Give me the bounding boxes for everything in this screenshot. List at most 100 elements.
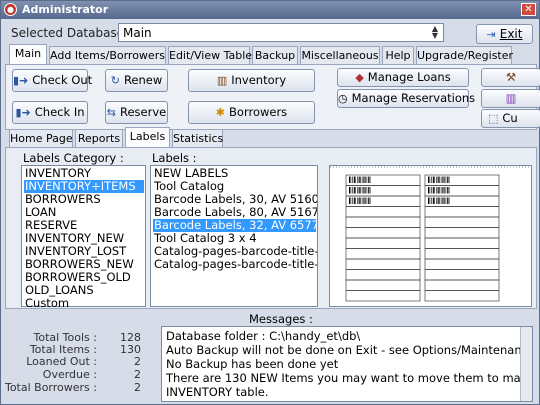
administrator-window: ● Administrator ✕ Selected Database : Ma…: [0, 0, 540, 405]
tab-miscellaneous[interactable]: Miscellaneous: [300, 46, 380, 65]
database-select[interactable]: Main ▲ ▼: [118, 23, 444, 42]
messages-heading: Messages :: [249, 312, 313, 326]
tab-home-page[interactable]: Home Page: [9, 129, 73, 148]
labels-category-list[interactable]: INVENTORY INVENTORY+ITEMS BORROWERS LOAN…: [21, 165, 146, 310]
manage-loans-button[interactable]: ◆ Manage Loans: [337, 68, 469, 87]
exit-button[interactable]: ⇥ Exit: [476, 24, 533, 44]
check-out-icon: ▮➜: [13, 74, 29, 87]
barcode-bar: [448, 197, 450, 204]
inventory-button[interactable]: ▥ Inventory: [188, 69, 315, 92]
barcode-bar: [448, 176, 450, 183]
manage-loans-label: Manage Loans: [367, 70, 451, 84]
stat-loaned-out-value: 2: [134, 355, 141, 368]
check-in-icon: ▮➜: [15, 106, 31, 119]
tab-labels[interactable]: Labels: [125, 127, 170, 148]
barcode-bar: [434, 187, 435, 194]
barcode-bar: [434, 176, 435, 183]
tab-add-items-borrowers[interactable]: Add Items/Borrowers: [49, 46, 166, 65]
label-cell: [345, 216, 421, 228]
label-cell: [424, 258, 500, 270]
sub-tab-bar: Home Page Reports Labels Statistics: [9, 127, 537, 148]
check-in-label: Check In: [34, 105, 85, 119]
renew-label: Renew: [123, 73, 163, 87]
tab-statistics[interactable]: Statistics: [172, 129, 223, 148]
barcode-bar: [365, 197, 366, 204]
check-in-button[interactable]: ▮➜ Check In: [12, 101, 88, 124]
exit-label: Exit: [499, 27, 523, 41]
label-cell: [345, 290, 421, 302]
barcode-bar: [431, 197, 432, 204]
barcode-bar: [363, 176, 365, 183]
tab-main[interactable]: Main: [9, 44, 47, 65]
inventory-label: Inventory: [231, 73, 287, 87]
cu-icon: ⬚: [488, 112, 499, 125]
barcode-bar: [436, 197, 437, 204]
barcode-bar: [432, 176, 434, 183]
barcode-bar: [365, 187, 366, 194]
barcode-bar: [352, 197, 353, 204]
barcode-bar: [442, 187, 444, 194]
check-out-button[interactable]: ▮➜ Check Out: [12, 69, 92, 92]
borrowers-button[interactable]: ✱ Borrowers: [188, 101, 315, 124]
clock-icon: ◷: [338, 92, 348, 105]
barcode-bar: [447, 176, 449, 183]
barcode-bar: [432, 187, 434, 194]
barcode-bar: [445, 197, 447, 204]
barcode-bar: [428, 176, 430, 183]
barcode-bar: [429, 187, 431, 194]
renew-button[interactable]: ↻ Renew: [105, 69, 168, 92]
messages-scrollbar[interactable]: [520, 327, 532, 401]
app-icon: ●: [4, 3, 17, 16]
barcode-bar: [436, 187, 437, 194]
barcode-bar: [428, 197, 430, 204]
tab-backup[interactable]: Backup: [252, 46, 298, 65]
label-cell: [424, 279, 500, 291]
reserve-button[interactable]: ⇆ Reserve: [105, 101, 168, 124]
barcode-bar: [368, 176, 370, 183]
barcode-bar: [349, 176, 351, 183]
barcode-bar: [429, 176, 431, 183]
tab-edit-view-table[interactable]: Edit/View Table: [168, 46, 252, 65]
messages-box[interactable]: Database folder : C:\handy_et\db\ Auto B…: [161, 326, 533, 402]
exit-door-icon: ⇥: [486, 28, 496, 41]
category-item-custom[interactable]: Custom: [24, 297, 71, 310]
tools-icon-button[interactable]: ⚒: [481, 68, 540, 87]
labels-list[interactable]: NEW LABELS Tool Catalog Barcode Labels, …: [150, 165, 318, 307]
barcode-bar: [437, 187, 439, 194]
label-cell: [345, 227, 421, 239]
barcode-bar: [440, 176, 442, 183]
tab-reports[interactable]: Reports: [75, 129, 123, 148]
stat-total-borrowers-label: Total Borrowers :: [4, 381, 97, 394]
label-cell: [345, 237, 421, 249]
borrowers-label: Borrowers: [229, 105, 288, 119]
barcode-bar: [352, 187, 353, 194]
barcode-bar: [350, 197, 352, 204]
label-cell: [424, 269, 500, 281]
manage-reservations-button[interactable]: ◷ Manage Reservations: [337, 89, 475, 108]
label-cell: [345, 258, 421, 270]
barcode-bar: [442, 197, 444, 204]
chart-icon-button[interactable]: ▥: [481, 89, 540, 108]
tab-upgrade-register[interactable]: Upgrade/Register: [416, 46, 513, 65]
window-title: Administrator: [22, 3, 109, 16]
message-line: Database folder : C:\handy_et\db\: [166, 329, 361, 343]
label-cell: [345, 248, 421, 260]
message-line: INVENTORY table.: [166, 385, 269, 399]
barcode-bar: [432, 197, 434, 204]
barcode-bar: [363, 187, 365, 194]
tools-icon: ⚒: [505, 70, 517, 84]
barcode-bar: [431, 176, 432, 183]
label-item[interactable]: Catalog-pages-barcode-title-imag: [153, 258, 317, 271]
label-sheet-preview-graphic: [330, 166, 531, 302]
barcode-bar: [360, 197, 361, 204]
close-window-button[interactable]: ✕: [521, 3, 536, 16]
stat-overdue-label: Overdue :: [42, 368, 97, 381]
barcode-bar: [366, 197, 368, 204]
label-cell: [345, 279, 421, 291]
label-cell: [345, 269, 421, 281]
tab-help[interactable]: Help: [382, 46, 414, 65]
barcode-bar: [444, 176, 445, 183]
cu-button[interactable]: ⬚ Cu: [481, 109, 540, 128]
barcode-bar: [440, 197, 442, 204]
barcode-bar: [353, 176, 355, 183]
